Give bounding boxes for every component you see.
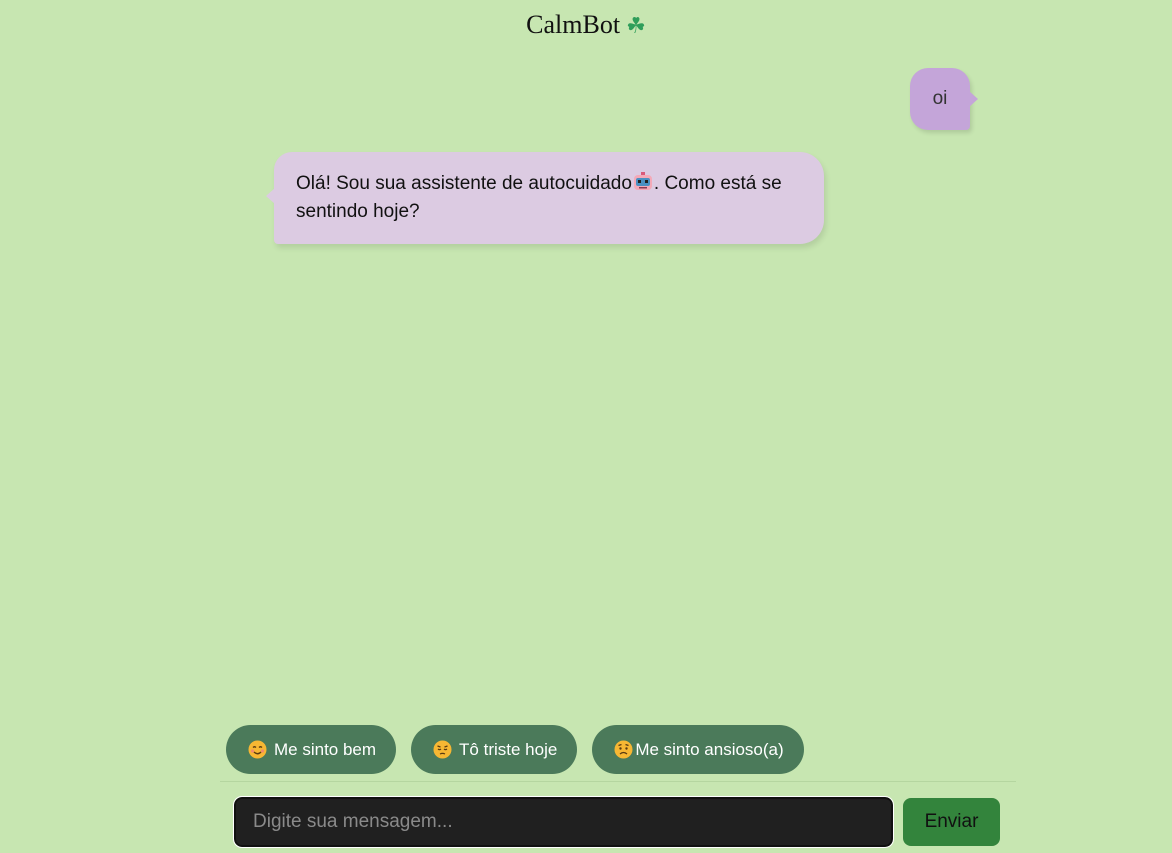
app-title: CalmBot ☘ bbox=[0, 8, 1172, 44]
user-message-bubble: oi bbox=[910, 68, 978, 130]
quick-reply-feel-good-button[interactable]: Me sinto bem bbox=[226, 725, 397, 774]
smiling-face-icon bbox=[248, 740, 267, 759]
quick-reply-label: Tô triste hoje bbox=[459, 739, 558, 759]
composer-divider bbox=[220, 781, 1016, 782]
quick-reply-label: Me sinto bem bbox=[274, 739, 377, 759]
app-title-text: CalmBot bbox=[526, 10, 621, 39]
send-button[interactable]: Enviar bbox=[903, 798, 1000, 846]
message-input[interactable] bbox=[233, 796, 894, 848]
quick-replies: Me sinto bem Tô triste hoje Me sinto ans… bbox=[226, 725, 804, 774]
pensive-face-icon bbox=[433, 740, 452, 759]
bot-message-bubble: Olá! Sou sua assistente de autocuidado .… bbox=[266, 152, 824, 244]
worried-face-icon bbox=[614, 740, 633, 759]
four-leaf-clover-icon: ☘ bbox=[626, 14, 646, 39]
quick-reply-sad-button[interactable]: Tô triste hoje bbox=[411, 725, 578, 774]
quick-reply-label: Me sinto ansioso(a) bbox=[635, 739, 784, 759]
user-message-text: oi bbox=[932, 88, 948, 109]
bot-message-text-start: Olá! Sou sua assistente de autocuidado bbox=[296, 173, 632, 194]
quick-reply-anxious-button[interactable]: Me sinto ansioso(a) bbox=[592, 725, 804, 774]
chat-log[interactable]: oi Olá! Sou sua assistente de autocuidad… bbox=[222, 60, 1016, 710]
robot-face-icon bbox=[633, 172, 652, 190]
